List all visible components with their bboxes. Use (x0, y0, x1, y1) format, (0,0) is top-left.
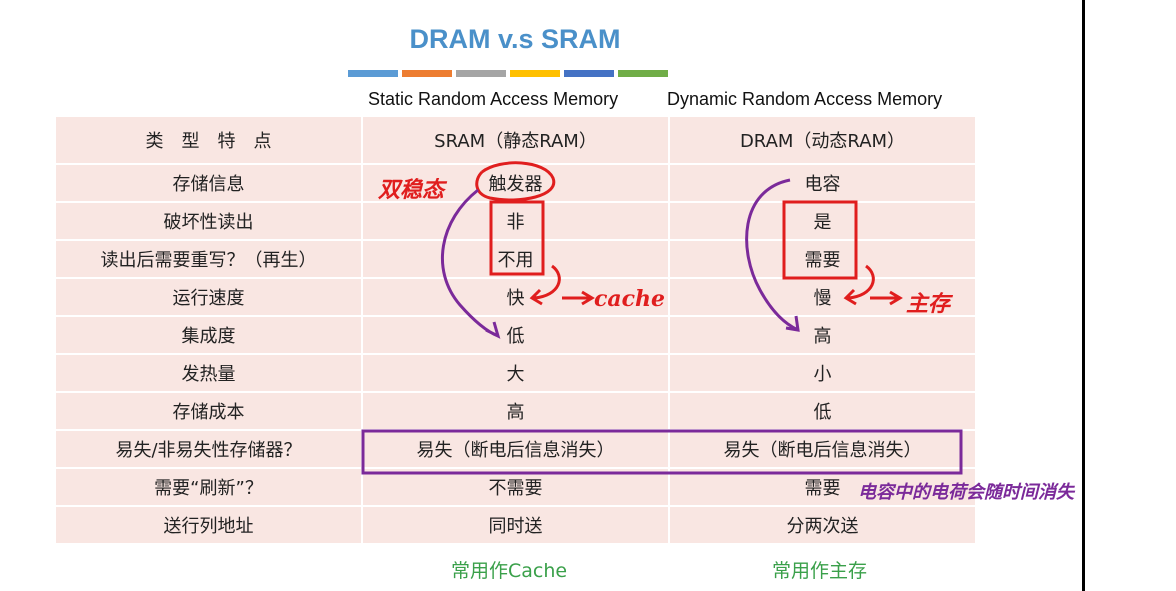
ink-note-main-memory: 主存 (906, 291, 951, 317)
red-arrow-sram (529, 264, 561, 306)
red-arrow-dram (843, 264, 875, 306)
red-box-dram (782, 200, 858, 280)
red-dash-sram (562, 290, 595, 306)
red-dash-dram (870, 290, 903, 306)
red-circle-mark (475, 161, 556, 202)
red-box-sram (489, 200, 545, 276)
ink-note-bistable: 双稳态 (378, 177, 445, 203)
purple-box-volatile (361, 429, 963, 475)
ink-note-cache: cache (594, 286, 666, 312)
ink-note-capacitor-leak: 电容中的电荷会随时间消失 (858, 482, 1074, 503)
